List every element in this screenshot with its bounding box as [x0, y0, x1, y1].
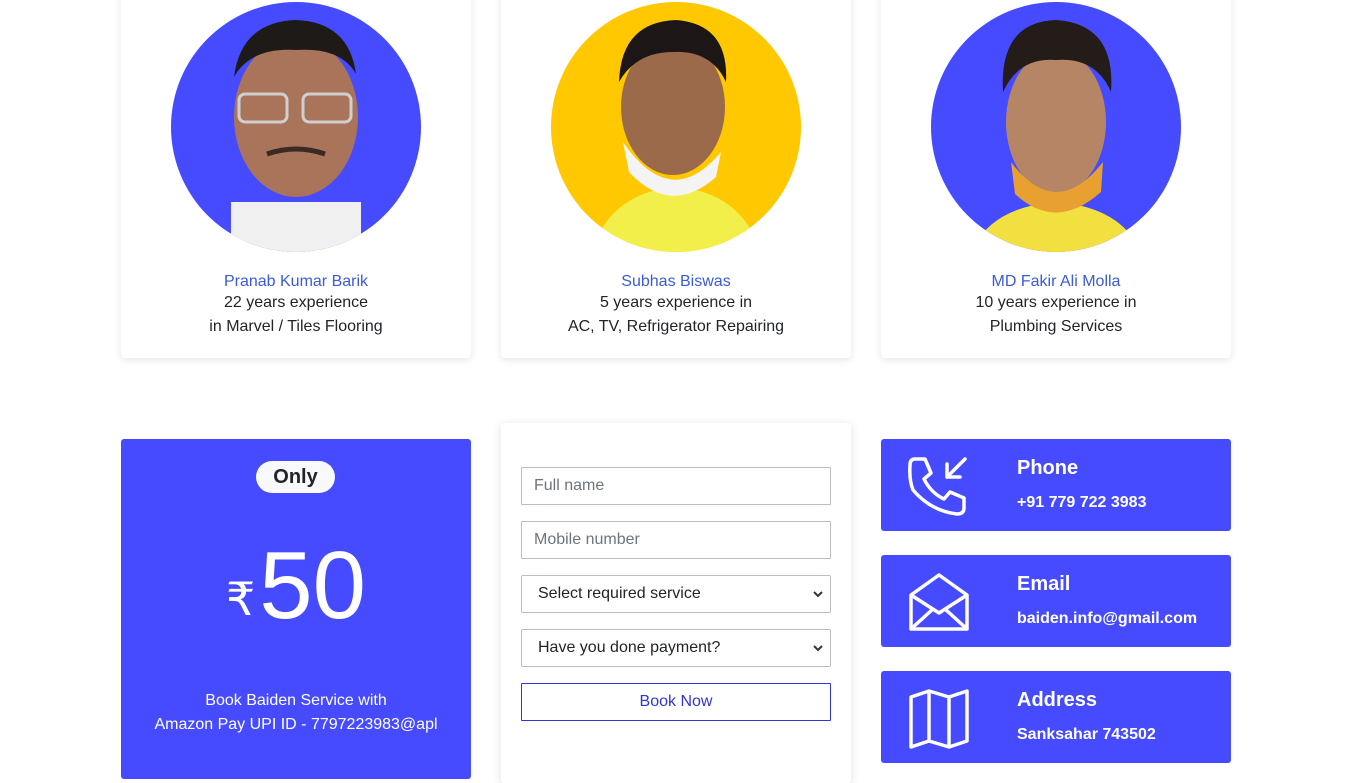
phone-contact[interactable]: Phone +91 779 722 3983: [881, 439, 1231, 531]
envelope-open-icon: [909, 573, 969, 631]
member-name[interactable]: Pranab Kumar Barik: [121, 272, 471, 292]
member-photo: [931, 2, 1181, 252]
upi-id-line: Amazon Pay UPI ID - 7797223983@apl: [154, 716, 438, 733]
member-specialty: Plumbing Services: [989, 318, 1123, 335]
chevron-down-icon: [813, 591, 823, 598]
member-experience: 10 years experience in: [975, 294, 1137, 311]
only-badge: Only: [256, 461, 335, 493]
book-now-button[interactable]: Book Now: [521, 683, 831, 721]
member-photo: [551, 2, 801, 252]
price-panel: Only ₹ 50 Book Baiden Service with Amazo…: [121, 439, 471, 779]
member-photo: [171, 2, 421, 252]
member-experience: 5 years experience in: [599, 294, 753, 311]
price-amount: 50: [259, 532, 367, 639]
mobile-number-input[interactable]: [521, 521, 831, 559]
member-specialty: AC, TV, Refrigerator Repairing: [567, 318, 785, 335]
payment-select[interactable]: Have you done payment?: [521, 629, 831, 667]
phone-title: Phone: [1017, 457, 1079, 479]
chevron-down-icon: [813, 645, 823, 652]
price: ₹ 50: [121, 531, 471, 641]
payment-info-line: Book Baiden Service with: [205, 692, 387, 709]
email-address[interactable]: baiden.info@gmail.com: [1017, 609, 1197, 629]
service-select-value: Select required service: [538, 585, 701, 602]
address-value: Sanksahar 743502: [1017, 726, 1156, 743]
booking-form: Select required service Have you done pa…: [501, 423, 851, 783]
member-name[interactable]: MD Fakir Ali Molla: [881, 272, 1231, 292]
phone-number[interactable]: +91 779 722 3983: [1017, 493, 1146, 513]
team-card: Pranab Kumar Barik 22 years experience i…: [121, 0, 471, 358]
full-name-input[interactable]: [521, 467, 831, 505]
member-name[interactable]: Subhas Biswas: [501, 272, 851, 292]
member-experience: 22 years experience: [223, 294, 369, 311]
team-card: Subhas Biswas 5 years experience in AC, …: [501, 0, 851, 358]
team-card: MD Fakir Ali Molla 10 years experience i…: [881, 0, 1231, 358]
phone-incoming-icon: [908, 457, 967, 516]
email-contact[interactable]: Email baiden.info@gmail.com: [881, 555, 1231, 647]
address-contact[interactable]: Address Sanksahar 743502: [881, 671, 1231, 763]
map-icon: [909, 689, 969, 749]
service-select[interactable]: Select required service: [521, 575, 831, 613]
email-title: Email: [1017, 573, 1071, 595]
rupee-symbol: ₹: [225, 573, 256, 625]
address-title: Address: [1017, 689, 1098, 711]
member-specialty: in Marvel / Tiles Flooring: [209, 318, 383, 335]
payment-select-value: Have you done payment?: [538, 639, 721, 656]
